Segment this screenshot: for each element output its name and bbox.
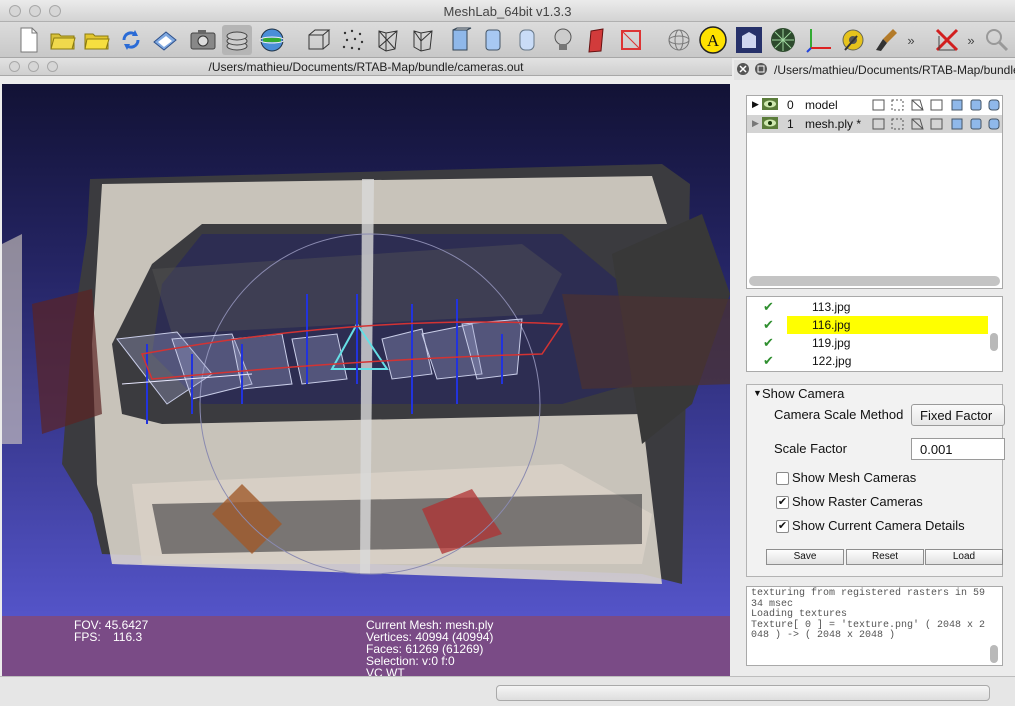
meshlab-window: MeshLab_64bit v1.3.3 A » » /Users/mathie… (0, 0, 1015, 706)
layer-list: ▶ 0 model ▶ 1 mesh.ply * (746, 95, 1003, 289)
raster-name: 113.jpg (812, 300, 851, 314)
dock-float-icon[interactable] (754, 62, 768, 76)
hidden-lines-icon[interactable] (408, 25, 438, 55)
light-bulb-icon[interactable] (548, 25, 578, 55)
check-icon[interactable]: ✔ (763, 335, 774, 351)
status-bar (0, 676, 1015, 706)
flat-lines-icon[interactable] (445, 25, 475, 55)
raster-list-scrollbar[interactable] (990, 333, 998, 351)
show-camera-header: Show Camera (762, 386, 845, 401)
scale-factor-input[interactable]: 0.001 (911, 438, 1005, 460)
points-icon[interactable] (338, 25, 368, 55)
show-raster-cameras-label: Show Raster Cameras (792, 494, 923, 509)
raster-name: 122.jpg (812, 354, 852, 368)
axes-icon[interactable] (804, 25, 834, 55)
new-file-icon[interactable] (14, 25, 44, 55)
align-icon[interactable] (734, 25, 764, 55)
document-title: /Users/mathieu/Documents/RTAB-Map/bundle… (208, 60, 524, 74)
fps-value: 116.3 (113, 630, 143, 644)
collapse-arrow-icon[interactable]: ▼ (753, 388, 762, 398)
show-current-camera-details-label: Show Current Camera Details (792, 518, 965, 533)
dock-close-icon[interactable] (736, 62, 750, 76)
raster-name: 119.jpg (812, 336, 851, 350)
dock-title: /Users/mathieu/Documents/RTAB-Map/bundle… (774, 63, 1015, 77)
select-vertices-icon[interactable] (616, 25, 646, 55)
search-icon[interactable] (982, 25, 1012, 55)
raster-row-selected[interactable]: ✔ 116.jpg (747, 316, 988, 334)
open-folder-icon[interactable] (48, 25, 78, 55)
layer-name: model (805, 98, 838, 112)
snapshot-icon[interactable] (188, 25, 218, 55)
paint-brush-icon[interactable] (872, 25, 902, 55)
layer-row-model[interactable]: ▶ 0 model (747, 96, 1002, 114)
check-icon[interactable]: ✔ (763, 353, 774, 369)
render-mode-earth-icon[interactable] (257, 25, 287, 55)
save-icon[interactable] (150, 25, 180, 55)
raster-row[interactable]: ✔ 113.jpg (747, 298, 987, 316)
layer-list-scrollbar[interactable] (749, 276, 1000, 286)
progress-bar (496, 685, 990, 701)
eye-visible-icon[interactable] (762, 98, 778, 110)
reset-button[interactable]: Reset (846, 549, 924, 565)
annotate-a-icon[interactable]: A (698, 25, 728, 55)
layer-dock-header: /Users/mathieu/Documents/RTAB-Map/bundle… (734, 60, 1015, 80)
svg-text:A: A (707, 31, 720, 50)
color-per-vertex-icon[interactable] (582, 25, 612, 55)
show-current-camera-details-checkbox[interactable]: ✔ (776, 520, 789, 533)
smooth-icon[interactable] (512, 25, 542, 55)
mesh-surface (2, 164, 730, 584)
reload-icon[interactable] (116, 25, 146, 55)
more-tools-icon[interactable]: » (902, 25, 920, 55)
log-window: texturing from registered rasters in 593… (746, 586, 1003, 666)
manual-align-icon[interactable] (768, 25, 798, 55)
log-scrollbar[interactable] (990, 645, 998, 663)
mesh-render (2, 164, 730, 584)
info-panel: FOV: 45.6427 FPS: 116.3 Current Mesh: me… (2, 616, 730, 679)
delete-icon[interactable] (932, 25, 962, 55)
scale-factor-label: Scale Factor (774, 441, 847, 456)
layer-index: 1 (787, 117, 794, 131)
camera-scale-method-select[interactable]: Fixed Factor (911, 404, 1005, 426)
document-title-bar: /Users/mathieu/Documents/RTAB-Map/bundle… (0, 58, 732, 76)
raster-list: ✔ 113.jpg ✔ 116.jpg ✔ 119.jpg ✔ 122.jpg (746, 296, 1003, 372)
window-title: MeshLab_64bit v1.3.3 (443, 4, 572, 19)
expand-arrow-icon[interactable]: ▶ (752, 118, 759, 129)
layer-row-mesh[interactable]: ▶ 1 mesh.ply * (747, 115, 1002, 133)
raster-row[interactable]: ✔ 119.jpg (747, 334, 987, 352)
show-mesh-cameras-label: Show Mesh Cameras (792, 470, 917, 485)
raster-row[interactable]: ✔ 122.jpg (747, 352, 987, 370)
layer-name: mesh.ply * (805, 117, 862, 131)
title-bar: MeshLab_64bit v1.3.3 (0, 0, 1015, 22)
flat-icon[interactable] (478, 25, 508, 55)
layer-render-mode-icons[interactable] (872, 98, 1002, 112)
layer-index: 0 (787, 98, 794, 112)
camera-scale-method-label: Camera Scale Method (774, 407, 904, 422)
load-button[interactable]: Load (925, 549, 1003, 565)
raster-name: 116.jpg (787, 316, 988, 334)
show-camera-panel: ▼ Show Camera Camera Scale Method Fixed … (746, 384, 1005, 577)
measure-icon[interactable] (838, 25, 868, 55)
check-icon[interactable]: ✔ (763, 317, 774, 333)
eye-visible-icon[interactable] (762, 117, 778, 129)
fps-label: FPS: (74, 630, 101, 644)
check-icon[interactable]: ✔ (763, 299, 774, 315)
bounding-box-icon[interactable] (303, 25, 333, 55)
main-toolbar: A » » (0, 22, 1015, 58)
trackball-icon[interactable] (664, 25, 694, 55)
more-tools-2-icon[interactable]: » (962, 25, 980, 55)
expand-arrow-icon[interactable]: ▶ (752, 99, 759, 110)
show-raster-cameras-checkbox[interactable]: ✔ (776, 496, 789, 509)
3d-viewport[interactable] (2, 84, 730, 616)
layers-icon[interactable] (222, 25, 252, 55)
wireframe-icon[interactable] (373, 25, 403, 55)
layer-render-mode-icons[interactable] (872, 117, 1002, 131)
save-button[interactable]: Save (766, 549, 844, 565)
show-mesh-cameras-checkbox[interactable] (776, 472, 789, 485)
open-project-icon[interactable] (82, 25, 112, 55)
